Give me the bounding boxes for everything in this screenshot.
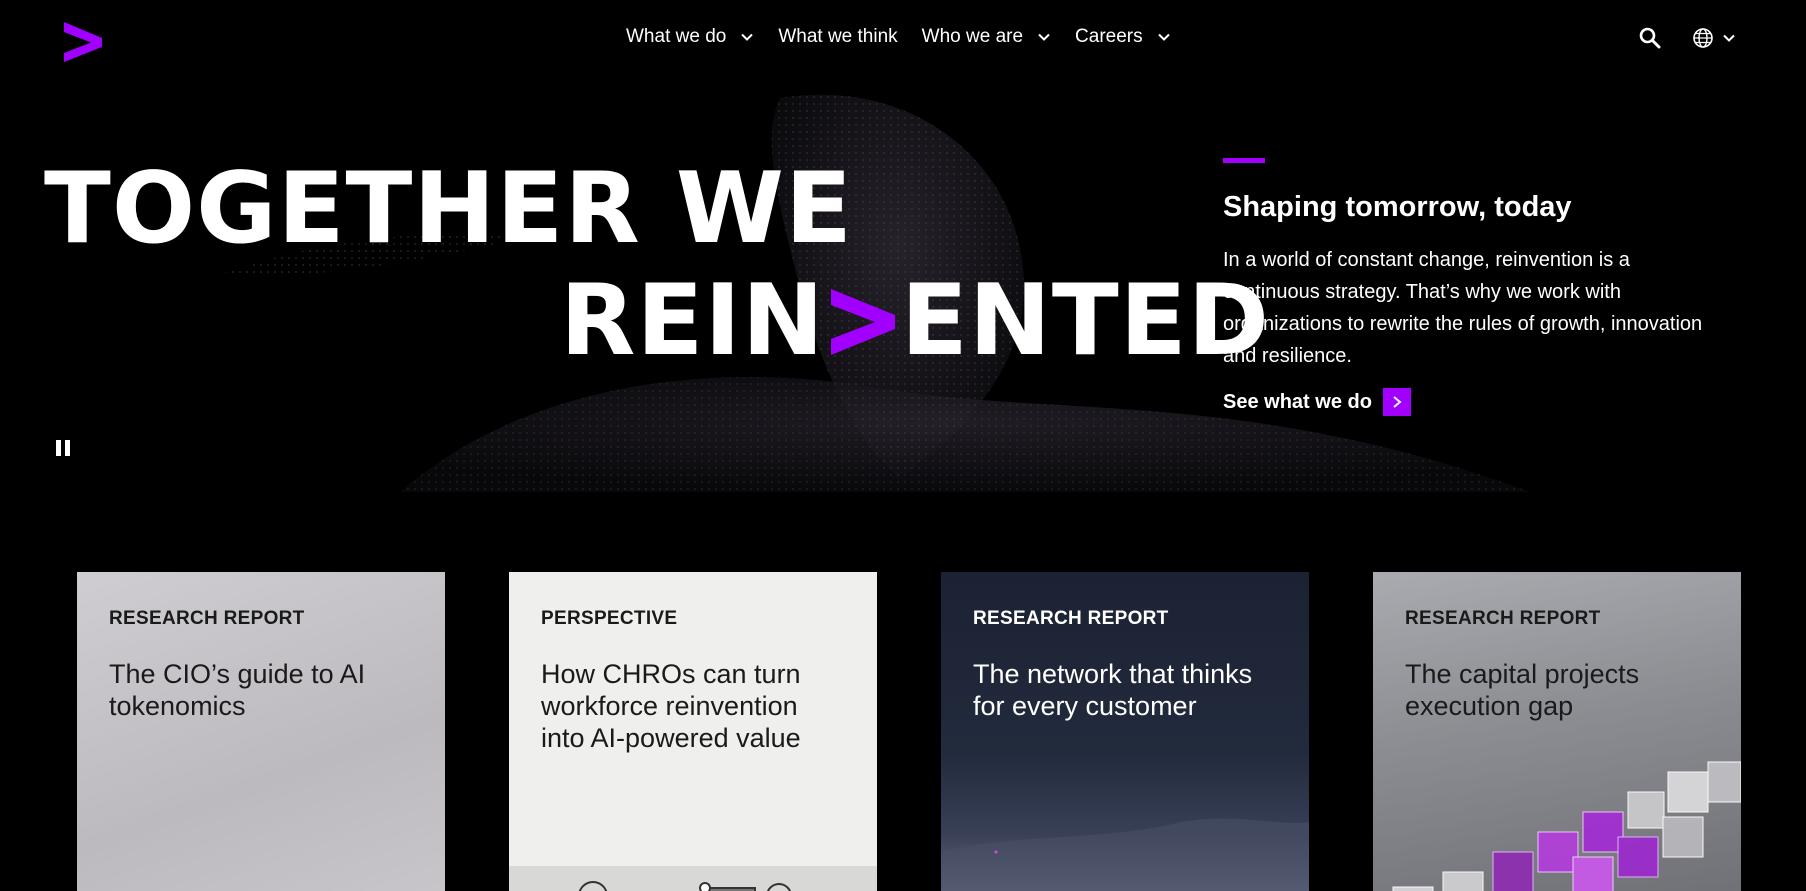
cta-label: See what we do [1223,390,1372,413]
accent-bar [1223,158,1265,163]
hero-side-panel: Shaping tomorrow, today In a world of co… [1223,158,1703,416]
search-icon[interactable] [1638,26,1662,50]
pause-video-button[interactable] [56,440,70,456]
hero-description: In a world of constant change, reinventi… [1223,249,1703,367]
card-title: The network that thinks for every custom… [973,659,1253,721]
card-kicker: RESEARCH REPORT [109,608,305,629]
accenture-logo-icon[interactable] [62,20,104,62]
hero-headline-line1: TOGETHER WE [44,152,853,266]
primary-nav: What we do What we think Who we are Care… [626,26,1195,48]
nav-item-careers[interactable]: Careers [1075,26,1171,48]
top-navigation: What we do What we think Who we are Care… [0,0,1806,80]
see-what-we-do-link[interactable]: See what we do [1223,388,1703,416]
chevron-down-icon [741,33,754,41]
arrow-right-icon [1382,388,1411,416]
card-image [1392,761,1741,891]
accenture-greater-than-icon [830,289,895,355]
language-selector[interactable] [1692,27,1736,49]
nav-utilities [1638,26,1736,50]
nav-item-who-we-are[interactable]: Who we are [922,26,1051,48]
card-image [941,818,1309,891]
pause-icon [56,440,61,456]
headline-suffix: ENTED [900,264,1270,378]
chevron-down-icon [1038,33,1050,41]
card-title: How CHROs can turn workforce reinvention… [541,659,801,753]
nav-item-label: Who we are [921,26,1024,47]
nav-item-label: What we think [778,26,898,47]
nav-item-label: What we do [626,26,727,47]
card-chros[interactable]: PERSPECTIVE How CHROs can turn workforce… [509,572,877,891]
card-title: The CIO’s guide to AI tokenomics [109,659,366,721]
card-network[interactable]: RESEARCH REPORT The network that thinks … [941,572,1309,891]
hero-subtitle: Shaping tomorrow, today [1223,191,1572,223]
nav-item-what-we-do[interactable]: What we do [626,26,754,48]
card-title: The capital projects execution gap [1405,659,1640,721]
nav-item-what-we-think[interactable]: What we think [778,26,897,48]
card-cio-guide[interactable]: RESEARCH REPORT The CIO’s guide to AI to… [77,572,445,891]
globe-icon [1693,28,1713,48]
hero-headline-line2: REIN ENTED [560,272,1270,370]
card-kicker: RESEARCH REPORT [973,608,1169,629]
card-kicker: PERSPECTIVE [541,608,678,629]
card-capital-projects[interactable]: RESEARCH REPORT The capital projects exe… [1373,572,1741,891]
card-kicker: RESEARCH REPORT [1405,608,1601,629]
chevron-down-icon [1157,33,1170,41]
headline-prefix: REIN [560,264,825,378]
nav-item-label: Careers [1075,26,1143,47]
chevron-down-icon [1723,34,1735,42]
card-illustration [509,866,877,891]
featured-cards: RESEARCH REPORT The CIO’s guide to AI to… [77,572,1741,891]
